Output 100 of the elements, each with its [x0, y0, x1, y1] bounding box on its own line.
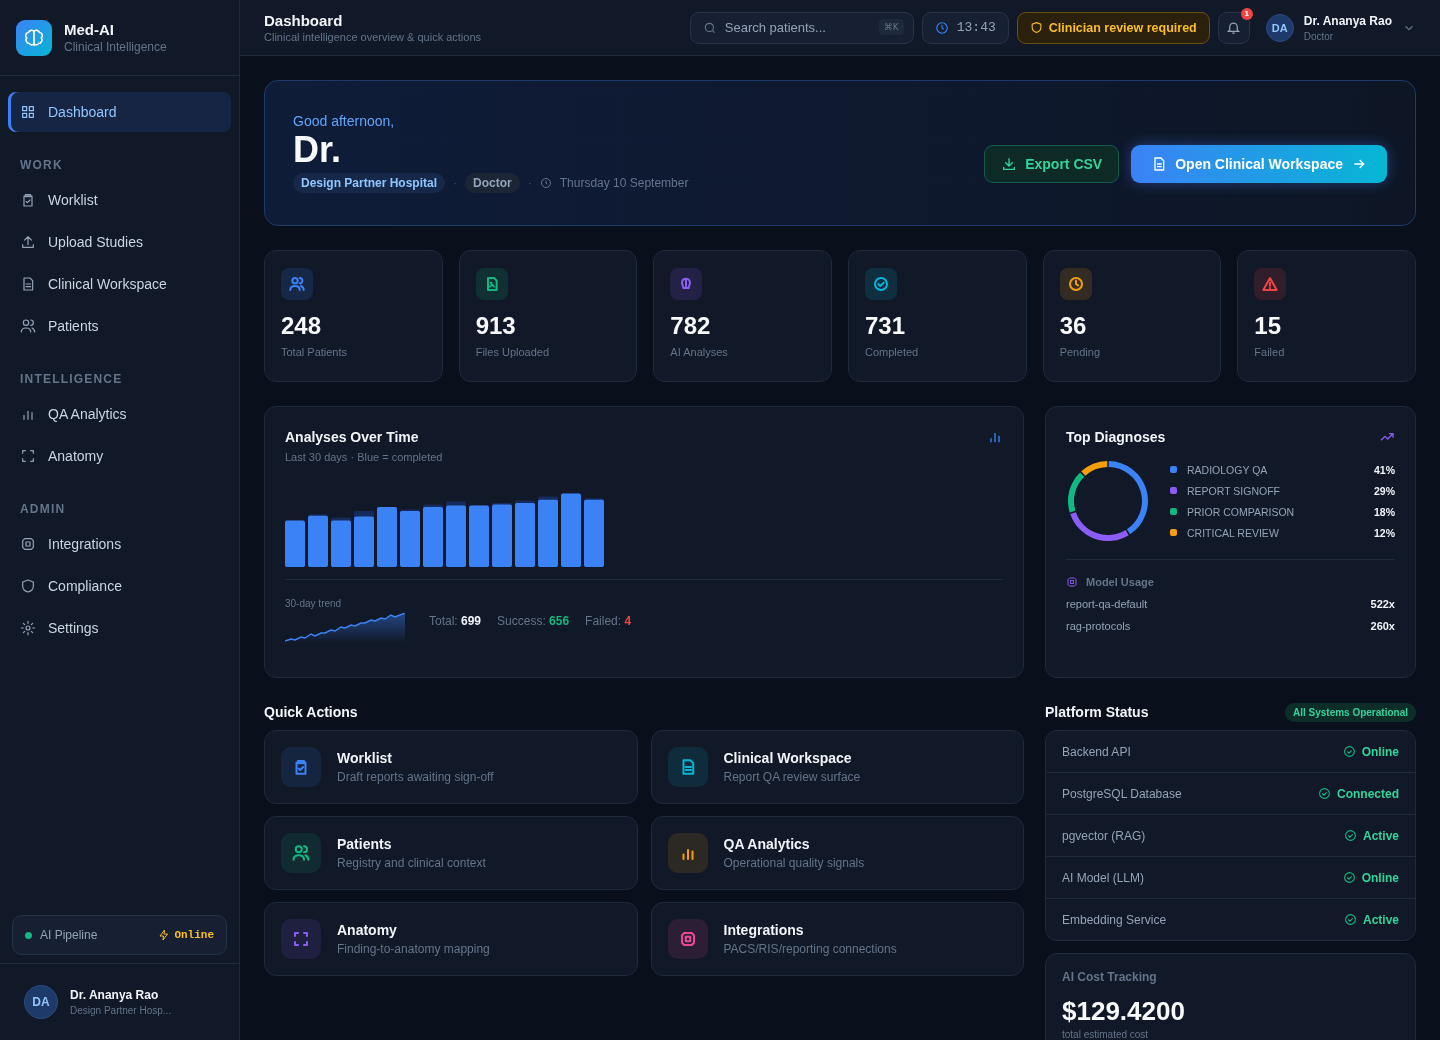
nav-section-title: WORK [19, 157, 64, 174]
legend-label: CRITICAL REVIEW [1187, 526, 1280, 539]
nav-item[interactable]: QA Analytics [8, 394, 231, 434]
clock-icon [539, 176, 552, 189]
service-name: pgvector (RAG) [1062, 828, 1146, 843]
chip-icon [20, 536, 36, 552]
stat-value: 36 [1059, 312, 1088, 340]
model-name: rag-protocols [1066, 620, 1131, 632]
action-description: Report QA review surface [723, 770, 861, 784]
grid-icon [20, 104, 36, 120]
clock-time: 13:43 [956, 20, 996, 35]
action-description: Draft reports awaiting sign-off [337, 770, 494, 784]
bar [492, 503, 512, 567]
stat-label: AI Analyses [670, 346, 729, 358]
model-name: report-qa-default [1066, 598, 1148, 610]
nav-item[interactable]: Settings [8, 608, 231, 648]
gear-icon [20, 620, 36, 636]
separator-dot: · [527, 175, 532, 190]
lightning-icon [158, 929, 171, 941]
nav-item[interactable]: Integrations [8, 524, 231, 564]
chip-icon [1066, 576, 1078, 588]
service-name: PostgreSQL Database [1062, 786, 1182, 801]
action-description: Registry and clinical context [337, 856, 486, 870]
quick-action-card[interactable]: QA Analytics Operational quality signals [650, 816, 1024, 890]
card-title: Analyses Over Time [285, 429, 420, 445]
quick-action-card[interactable]: Worklist Draft reports awaiting sign-off [264, 730, 638, 804]
action-title: Anatomy [337, 922, 398, 938]
brain-logo-icon [16, 19, 52, 56]
nav-item[interactable]: Upload Studies [8, 222, 231, 262]
page-title: Dashboard [264, 12, 344, 29]
upload-icon [20, 234, 36, 250]
notifications-button[interactable]: 1 [1217, 11, 1250, 44]
quick-action-card[interactable]: Patients Registry and clinical context [264, 816, 638, 890]
quick-action-card[interactable]: Integrations PACS/RIS/reporting connections [650, 902, 1024, 976]
quick-action-card[interactable]: Clinical Workspace Report QA review surface [650, 730, 1024, 804]
bar [469, 505, 489, 567]
bar [400, 509, 420, 567]
shield-icon [20, 578, 36, 594]
stat-value: 782 [670, 312, 712, 340]
stat-label: Failed [1254, 346, 1286, 358]
nav-section-title: INTELLIGENCE [19, 371, 124, 388]
action-description: Operational quality signals [723, 856, 865, 870]
legend-label: RADIOLOGY QA [1187, 463, 1269, 476]
check-circle-icon [1342, 871, 1356, 884]
section-title: Platform Status [1045, 704, 1149, 720]
model-count: 522x [1370, 598, 1395, 610]
service-status: Connected [1337, 786, 1399, 801]
service-status: Online [1361, 870, 1399, 885]
warning-text: Clinician review required [1048, 20, 1197, 35]
clipboard-icon [20, 192, 36, 208]
trend-label: 30-day trend [285, 598, 343, 609]
cost-title: AI Cost Tracking [1062, 970, 1158, 984]
stat-value: 15 [1254, 312, 1283, 340]
document-icon [20, 276, 36, 292]
action-description: Finding-to-anatomy mapping [337, 942, 490, 956]
nav-item[interactable]: Anatomy [8, 436, 231, 476]
check-circle-icon [1343, 829, 1357, 842]
bar [308, 514, 328, 567]
user-role: Doctor [1303, 30, 1335, 42]
role-tag: Doctor [465, 172, 520, 193]
section-title: Quick Actions [264, 704, 359, 720]
nav-item[interactable]: Compliance [8, 566, 231, 606]
nav-item[interactable]: Clinical Workspace [8, 264, 231, 304]
trend-total: Failed: 4 [585, 613, 632, 628]
bar [331, 517, 351, 567]
bar [446, 501, 466, 567]
doctor-name: Dr. [293, 129, 343, 171]
stat-label: Total Patients [281, 346, 349, 358]
action-title: QA Analytics [723, 836, 811, 852]
service-status: Active [1362, 912, 1399, 927]
action-title: Patients [337, 836, 393, 852]
action-title: Clinical Workspace [723, 750, 853, 766]
card-subtitle: Last 30 days · Blue = completed [285, 451, 443, 463]
export-button[interactable]: Export CSV [984, 145, 1120, 183]
user-name: Dr. Ananya Rao [70, 988, 160, 1002]
nav-section-title: ADMIN [19, 501, 67, 518]
bar [285, 520, 305, 567]
notification-count: 1 [1240, 7, 1253, 20]
clock-icon [934, 20, 949, 35]
stat-value: 248 [281, 312, 323, 340]
pipeline-state: Online [174, 929, 214, 941]
model-usage-title: Model Usage [1086, 576, 1154, 588]
nav-item[interactable]: Dashboard [8, 92, 231, 132]
user-avatar: DA [24, 985, 58, 1019]
legend-value: 18% [1374, 505, 1395, 518]
nav-item[interactable]: Patients [8, 306, 231, 346]
service-status: Online [1361, 744, 1399, 759]
brand-name: Med-AI [64, 21, 115, 38]
nav-item[interactable]: Worklist [8, 180, 231, 220]
stat-value: 913 [475, 312, 517, 340]
bar [538, 496, 558, 567]
bar [515, 500, 535, 567]
legend-value: 29% [1374, 484, 1395, 497]
action-title: Worklist [337, 750, 393, 766]
date: Thursday 10 September [559, 175, 689, 190]
user-name: Dr. Ananya Rao [1303, 13, 1392, 28]
quick-action-card[interactable]: Anatomy Finding-to-anatomy mapping [264, 902, 638, 976]
action-description: PACS/RIS/reporting connections [723, 942, 897, 956]
bar [377, 507, 397, 567]
hospital-tag: Design Partner Hospital [293, 172, 446, 193]
